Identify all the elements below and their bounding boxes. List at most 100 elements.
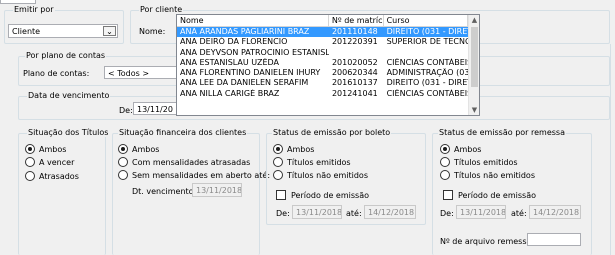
radio-label: Atrasados [39,171,79,181]
checkbox-icon[interactable] [276,190,286,200]
radio-icon[interactable] [273,170,283,180]
por-plano-title: Por plano de contas [25,51,107,60]
remessa-ate-input[interactable]: 14/12/2018 [529,205,581,219]
cell-matricula: 201220391 [331,37,378,47]
boleto-ate-input[interactable]: 14/12/2018 [364,205,416,219]
dt-vencimento-input[interactable]: 13/11/2018 [192,183,242,197]
boleto-de-value: 13/11/2018 [296,208,342,217]
financeira-ambos[interactable]: Ambos [118,144,159,154]
list-item[interactable]: ANA LEE DA DANIELEN SERAFIM 201610137 DIRE… [177,78,468,88]
remessa-emitidos[interactable]: Títulos emitidos [440,157,518,167]
radio-icon[interactable] [440,144,450,154]
situacao-titulos-atrasados[interactable]: Atrasados [25,171,79,181]
col-header-matricula[interactable]: Nº de matrícula [329,15,384,26]
dt-vencimento-label: Dt. vencimento: [132,187,197,196]
scroll-up-icon[interactable]: ▲ [469,15,479,25]
vencimento-de-label: De: [119,106,133,115]
scroll-thumb[interactable] [471,27,478,87]
client-dropdown-list[interactable]: Nome Nº de matrícula Curso ANA ARANDAS P… [176,14,480,116]
cell-curso: DIREITO (031 - DIRET [386,78,468,88]
cell-nome: ANA ARANDAS PAGLIARINI BRAZ [180,27,310,36]
cell-curso: ADMINISTRAÇÃO (032 [386,68,468,78]
remessa-nao-emitidos[interactable]: Títulos não emitidos [440,170,535,180]
radio-icon[interactable] [25,157,35,167]
status-remessa-title: Status de emissão por remessa [438,128,566,137]
cell-curso: CIÊNCIAS CONTÁBEIS [386,88,468,98]
list-item[interactable]: ANA FLORENTINO DANIELEN IHURY 200620344 AD… [177,68,468,78]
cell-matricula [329,48,384,58]
boleto-periodo-checkbox[interactable]: Período de emissão [276,190,369,200]
cell-matricula: 201610137 [331,78,378,88]
cell-curso: DIREITO (031 - DIRET [386,27,468,36]
radio-icon[interactable] [273,157,283,167]
remessa-de-input[interactable]: 13/11/2018 [456,205,506,219]
chevron-down-icon[interactable]: ⌄ [103,26,116,36]
cell-nome: ANA ESTANISLAU UZÊDA [180,57,280,67]
situacao-financeira-title: Situação financeira dos clientes [118,128,248,137]
vencimento-de-input[interactable]: 13/11/20 [133,102,179,115]
radio-icon[interactable] [25,144,35,154]
remessa-de-label: De: [440,209,454,218]
radio-label: Ambos [454,144,482,154]
radio-label: Ambos [39,144,67,154]
boleto-de-input[interactable]: 13/11/2018 [292,205,342,219]
radio-label: Títulos emitidos [454,157,518,167]
radio-icon[interactable] [440,157,450,167]
cell-curso: CIÊNCIAS CONTÁBEIS [386,57,468,67]
cell-matricula: 201110148 [331,27,378,36]
col-header-curso[interactable]: Curso [384,15,468,26]
radio-icon[interactable] [118,170,128,180]
remessa-ambos[interactable]: Ambos [440,144,481,154]
list-rows: ANA ARANDAS PAGLIARINI BRAZ 201110148 DIRE… [177,27,468,99]
vencimento-title: Data de vencimento [27,91,111,100]
radio-label: Com mensalidades atrasadas [132,157,251,167]
list-item[interactable]: ANA ESTANISLAU UZÊDA 201020052 CIÊNCIAS CO… [177,58,468,68]
radio-icon[interactable] [25,171,35,181]
checkbox-icon[interactable] [443,190,453,200]
financeira-atrasadas[interactable]: Com mensalidades atrasadas [118,157,250,167]
cell-nome: ANA DEIRÓ DA FLORENCIO [180,37,288,47]
radio-label: Sem mensalidades em aberto até: [132,170,271,180]
cell-nome: ANA DEYVSON PATROCINIO ESTANISLAU I [180,47,329,57]
cell-nome: ANA LEE DA DANIELEN SERAFIM [180,78,309,88]
radio-label: Títulos não emitidos [287,170,368,180]
list-scrollbar[interactable]: ▲ ▼ [468,15,479,115]
situacao-titulos-ambos[interactable]: Ambos [25,144,66,154]
boleto-ambos[interactable]: Ambos [273,144,314,154]
boleto-de-label: De: [276,209,290,218]
situacao-titulos-a-vencer[interactable]: A vencer [25,157,74,167]
boleto-nao-emitidos[interactable]: Títulos não emitidos [273,170,368,180]
list-item[interactable]: ANA DEIRÓ DA FLORENCIO 201220391 SUPERIOR … [177,37,468,47]
remessa-de-value: 13/11/2018 [460,208,506,217]
dt-vencimento-value: 13/11/2018 [196,186,242,195]
arquivo-remessa-input[interactable] [527,233,581,246]
scroll-down-icon[interactable]: ▼ [469,105,479,115]
situacao-titulos-title: Situação dos Títulos [27,128,110,137]
radio-icon[interactable] [118,144,128,154]
radio-icon[interactable] [273,144,283,154]
col-header-nome[interactable]: Nome [177,15,329,26]
boleto-ate-value: 14/12/2018 [368,208,415,217]
cell-matricula: 201241041 [331,88,378,98]
list-item[interactable]: ANA NILLA CARIGÉ BRAZ 201241041 CIÊNCIAS C… [177,89,468,99]
cell-curso: SUPERIOR DE TECNOL [386,37,468,47]
financeira-sem-aberto[interactable]: Sem mensalidades em aberto até: [118,170,270,180]
plano-contas-select[interactable]: < Todos > [104,66,184,79]
checkbox-label: Período de emissão [458,190,536,200]
remessa-periodo-checkbox[interactable]: Período de emissão [443,190,536,200]
emitir-por-value: Cliente [12,27,41,36]
radio-icon[interactable] [118,157,128,167]
plano-contas-label: Plano de contas: [23,69,90,78]
radio-icon[interactable] [440,170,450,180]
right-divider [610,44,611,255]
status-boleto-title: Status de emissão por boleto [272,128,392,137]
boleto-emitidos[interactable]: Títulos emitidos [273,157,351,167]
emitir-por-select[interactable]: Cliente ⌄ [8,24,118,38]
boleto-ate-label: até: [346,209,362,218]
radio-label: Títulos não emitidos [454,170,535,180]
list-item[interactable]: ANA ARANDAS PAGLIARINI BRAZ 201110148 DIRE… [177,27,468,38]
cell-curso [384,48,468,58]
list-item[interactable]: ANA DEYVSON PATROCINIO ESTANISLAU I [177,48,468,58]
top-edge-field [0,0,36,4]
arquivo-remessa-label: Nº de arquivo remessa: [440,237,535,246]
